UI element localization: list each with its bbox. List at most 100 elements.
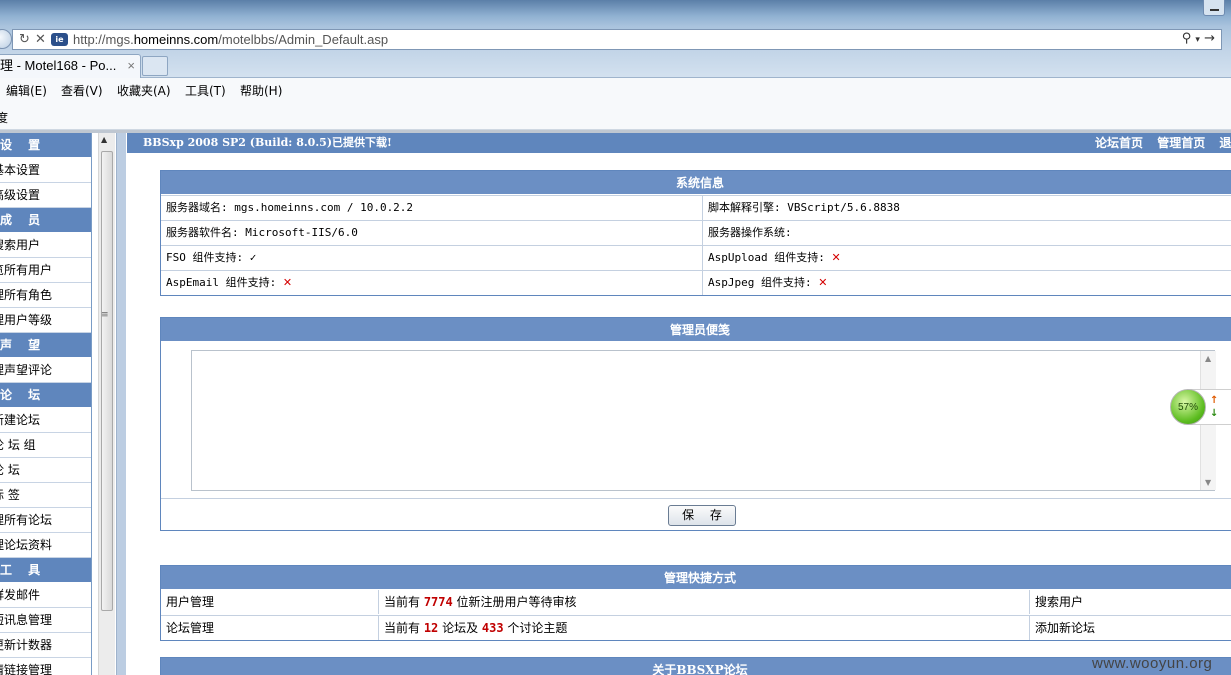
panel-title: 管理快捷方式 [161,566,1231,590]
table-row: AspEmail 组件支持: ✕ AspJpeg 组件支持: ✕ [161,270,1231,295]
sidebar-item-friend-links[interactable]: 情链接管理 [0,658,91,675]
panel-title: 关于BBSXP论坛 [161,658,1231,675]
admin-main: BBSxp 2008 SP2 (Build: 8.0.5)已提供下载! 论坛首页… [127,133,1231,675]
notes-textarea[interactable] [191,350,1215,491]
sidebar-item-manage-roles[interactable]: 理所有角色 [0,283,91,308]
info-label: AspUpload 组件支持: [708,251,832,264]
scrollbar-thumb[interactable] [101,151,113,611]
go-icon[interactable]: → [1204,31,1215,46]
sidebar-header-forums: 论 坛 [0,383,91,408]
tab-close-icon[interactable]: × [127,55,135,77]
sidebar-item-reputation-comments[interactable]: 理声望评论 [0,358,91,383]
menu-favorites[interactable]: 收藏夹(A) [117,82,171,99]
info-cell: 服务器软件名: Microsoft-IIS/6.0 [166,226,358,239]
menu-help[interactable]: 帮助(H) [240,82,282,99]
sidebar-item-browse-users[interactable]: 览所有用户 [0,258,91,283]
news-text[interactable]: BBSxp 2008 SP2 (Build: 8.0.5)已提供下载! [143,133,392,153]
sidebar-item-mass-mail[interactable]: 群发邮件 [0,583,91,608]
info-cell: 服务器域名: mgs.homeinns.com / 10.0.2.2 [166,201,414,214]
sidebar-item-update-counters[interactable]: 更新计数器 [0,633,91,658]
system-info-panel: 系统信息 服务器域名: mgs.homeinns.com / 10.0.2.2 … [160,170,1231,296]
upload-arrow-icon: ↑ [1210,395,1219,406]
menu-view[interactable]: 查看(V) [61,82,103,99]
info-cell: AspJpeg 组件支持: ✕ [702,271,1231,295]
address-url[interactable]: http://mgs.homeinns.com/motelbbs/Admin_D… [73,32,388,48]
sidebar-item-new-forum[interactable]: 新建论坛 [0,408,91,433]
minimize-button[interactable] [1203,0,1225,16]
sidebar-scrollbar[interactable]: ▲ ≡ [98,133,115,675]
check-icon: ✓ [249,251,257,264]
info-cell: FSO 组件支持: ✓ [161,246,702,270]
percent-ball: 57% [1170,389,1206,425]
url-prefix: http://mgs. [73,32,134,47]
quick-desc: 当前有 12 论坛及 433 个讨论主题 [378,616,1029,640]
sidebar-item-search-users[interactable]: 搜索用户 [0,233,91,258]
sidebar-item-manage-forums[interactable]: 理所有论坛 [0,508,91,533]
forum-home-link[interactable]: 论坛首页 [1095,136,1143,150]
menu-tools[interactable]: 工具(T) [185,82,226,99]
info-cell: 服务器操作系统: [702,221,1231,245]
sidebar-item-user-levels[interactable]: 理用户等级 [0,308,91,333]
save-button[interactable]: 保 存 [668,505,736,526]
sidebar-item-advanced-settings[interactable]: 高级设置 [0,183,91,208]
table-row: 服务器软件名: Microsoft-IIS/6.0 服务器操作系统: [161,220,1231,245]
cross-icon: ✕ [282,276,293,289]
info-cell: AspUpload 组件支持: ✕ [702,246,1231,270]
new-tab-button[interactable] [142,56,168,76]
frame-splitter[interactable] [116,133,126,675]
sidebar-item-forums[interactable]: 论 坛 [0,458,91,483]
window-titlebar [0,0,1231,26]
stop-icon[interactable]: ✕ [35,32,46,48]
tab-title: 理 - Motel168 - Po... [0,58,117,73]
sidebar-header-settings: 设 置 [0,133,91,158]
refresh-icon[interactable]: ↻ [19,32,30,48]
download-arrow-icon: ↓ [1210,408,1219,419]
pending-users-count: 7774 [423,595,453,609]
dropdown-icon[interactable]: ▾ [1195,35,1200,45]
ie-compat-icon[interactable]: ie [51,33,68,46]
news-bar: BBSxp 2008 SP2 (Build: 8.0.5)已提供下载! 论坛首页… [127,133,1231,153]
sidebar-header-tools: 工 具 [0,558,91,583]
sidebar-item-forum-groups[interactable]: 论 坛 组 [0,433,91,458]
watermark: www.wooyun.org [1092,655,1213,672]
sidebar-item-basic-settings[interactable]: 基本设置 [0,158,91,183]
search-users-link[interactable]: 搜索用户 [1029,590,1231,614]
quick-text: 个讨论主题 [503,621,568,635]
info-label: FSO 组件支持: [166,251,250,264]
sidebar-item-forum-data[interactable]: 理论坛资料 [0,533,91,558]
quick-text: 论坛及 [438,621,482,635]
quick-text: 位新注册用户等待审核 [452,595,577,609]
address-bar[interactable]: ↻ ✕ ie http://mgs.homeinns.com/motelbbs/… [12,29,1222,50]
back-button[interactable] [0,29,12,49]
quick-links-panel: 管理快捷方式 用户管理 当前有 7774 位新注册用户等待审核 搜索用户 论坛管… [160,565,1231,641]
favorites-item[interactable]: 度 [0,109,8,126]
url-path: /motelbbs/Admin_Default.asp [218,32,389,47]
tab-strip: 理 - Motel168 - Po... × [0,52,1231,78]
favorites-bar: 度 [0,102,1231,130]
menu-edit[interactable]: 编辑(E) [6,82,47,99]
quick-desc: 当前有 7774 位新注册用户等待审核 [378,590,1029,614]
network-speed-widget[interactable]: 57% ↑ ↓ [1168,388,1231,428]
quick-name: 论坛管理 [166,621,215,635]
scroll-down-icon[interactable]: ▼ [1205,478,1211,487]
sidebar-header-members: 成 员 [0,208,91,233]
table-row: FSO 组件支持: ✓ AspUpload 组件支持: ✕ [161,245,1231,270]
sidebar-item-messages[interactable]: 短讯息管理 [0,608,91,633]
admin-sidebar: 设 置 基本设置 高级设置 成 员 搜索用户 览所有用户 理所有角色 理用户等级… [0,133,92,675]
address-actions: ⚲ ▾ → [1182,31,1215,46]
panel-title: 系统信息 [161,171,1231,195]
cross-icon: ✕ [831,251,841,264]
info-label: AspJpeg 组件支持: [708,276,819,289]
scroll-up-icon[interactable]: ▲ [1205,354,1211,363]
browser-tab[interactable]: 理 - Motel168 - Po... × [0,54,141,78]
scroll-up-icon[interactable]: ▲ [101,135,107,144]
sidebar-item-tags[interactable]: 标 签 [0,483,91,508]
about-panel: 关于BBSXP论坛 [160,657,1231,675]
search-icon[interactable]: ⚲ [1182,31,1192,46]
logout-link[interactable]: 退 [1219,136,1231,150]
top-links: 论坛首页 管理首页 退 [1095,133,1231,153]
table-row: 论坛管理 当前有 12 论坛及 433 个讨论主题 添加新论坛 [161,615,1231,640]
admin-home-link[interactable]: 管理首页 [1157,136,1205,150]
menu-bar: 编辑(E) 查看(V) 收藏夹(A) 工具(T) 帮助(H) [0,78,1231,102]
add-forum-link[interactable]: 添加新论坛 [1029,616,1231,640]
